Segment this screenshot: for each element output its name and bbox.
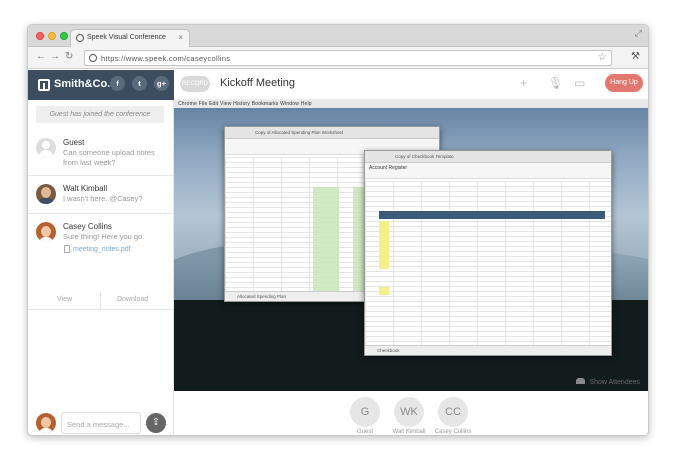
minimize-window-button[interactable] <box>48 32 56 40</box>
twitter-icon[interactable]: t <box>132 76 147 91</box>
shared-screen: Chrome File Edit View History Bookmarks … <box>174 100 648 391</box>
maximize-window-button[interactable] <box>60 32 68 40</box>
tab-title: Speek Visual Conference <box>87 34 166 41</box>
avatar <box>36 222 56 242</box>
attendee-name: Walt Kimball <box>392 429 426 435</box>
sheet-highlight <box>379 221 389 269</box>
message-text: Can someone upload notes from last week? <box>63 148 155 167</box>
reload-icon[interactable]: ↻ <box>65 51 73 62</box>
logo-icon <box>38 79 50 91</box>
show-attendees-button[interactable]: Show Attendees <box>576 378 640 386</box>
tab-bar: Speek Visual Conference × ⤢ <box>28 25 648 47</box>
sheet-highlight <box>379 287 389 295</box>
browser-window: Speek Visual Conference × ⤢ ← → ↻ https:… <box>27 24 649 436</box>
avatar <box>36 138 56 158</box>
attendee-name: Guest <box>356 429 373 435</box>
sheet-header-row <box>379 211 605 219</box>
chat-message: Guest Can someone upload notes from last… <box>28 130 174 176</box>
mac-menu-bar: Chrome File Edit View History Bookmarks … <box>174 100 648 108</box>
download-button[interactable]: Download <box>117 296 148 303</box>
speek-favicon-icon <box>76 34 84 42</box>
brand-name: Smith&Co. <box>54 78 111 90</box>
sheet-titlebar: Copy of Allocated Spending Plan Workshee… <box>225 127 439 139</box>
fullscreen-icon[interactable]: ⤢ <box>635 28 642 39</box>
attachment-link[interactable]: meeting_notes.pdf <box>73 246 131 253</box>
sheet-titlebar: Copy of Checkbook Template <box>365 151 611 163</box>
status-badge[interactable]: RECORD <box>180 76 210 92</box>
forward-icon[interactable]: → <box>50 51 60 62</box>
sheet-toolbar: Account Register <box>365 163 611 179</box>
add-participant-icon[interactable]: + <box>520 76 527 90</box>
sheet-highlight <box>313 187 339 291</box>
file-icon <box>64 245 70 253</box>
chat-message: Walt Kimball I wasn't here. @Casey? <box>28 176 174 214</box>
view-button[interactable]: View <box>57 296 72 303</box>
spreadsheet-window: Copy of Checkbook Template Account Regis… <box>364 150 612 356</box>
message-author: Walt Kimball <box>63 184 108 193</box>
divider <box>100 292 101 310</box>
microphone-icon[interactable]: 🎙︎ <box>548 76 563 90</box>
message-input[interactable]: Send a message... <box>61 412 141 434</box>
chat-message: Casey Collins Sure thing! Here you go. m… <box>28 214 174 292</box>
attendee-avatar[interactable]: G <box>350 397 380 427</box>
attachment-actions: View Download <box>28 292 174 310</box>
screen-share-icon[interactable]: ▭ <box>574 76 585 90</box>
brand-bar: Smith&Co. f t g+ <box>28 70 174 100</box>
avatar <box>36 413 56 433</box>
chat-sidebar: Smith&Co. f t g+ Guest has joined the co… <box>28 70 174 435</box>
upload-icon[interactable]: ⇪ <box>146 413 166 433</box>
message-author: Casey Collins <box>63 222 112 231</box>
facebook-icon[interactable]: f <box>110 76 125 91</box>
meeting-header: RECORD Kickoff Meeting + 🎙︎ ▭ ? Hang Up <box>174 70 648 100</box>
bookmark-star-icon[interactable]: ☆ <box>598 52 607 63</box>
close-window-button[interactable] <box>36 32 44 40</box>
sheet-tabs: Checkbook <box>365 345 611 355</box>
attendee-name: Casey Collins <box>434 429 472 435</box>
message-composer: Send a message... ⇪ <box>28 412 174 435</box>
settings-wrench-icon[interactable]: ⚒ <box>631 51 640 62</box>
message-text: I wasn't here. @Casey? <box>63 194 143 203</box>
attendee-bar: G Guest WK Walt Kimball CC Casey Collins <box>174 391 648 435</box>
back-icon[interactable]: ← <box>36 51 46 62</box>
system-message: Guest has joined the conference <box>36 106 164 123</box>
url-text: https://www.speek.com/caseycollins <box>101 54 231 63</box>
attendee-avatar[interactable]: CC <box>438 397 468 427</box>
url-field[interactable]: https://www.speek.com/caseycollins ☆ <box>84 50 612 66</box>
avatar <box>36 184 56 204</box>
conference-main: RECORD Kickoff Meeting + 🎙︎ ▭ ? Hang Up … <box>174 70 648 435</box>
site-info-icon[interactable] <box>89 54 97 62</box>
message-text: Sure thing! Here you go. <box>63 232 145 241</box>
meeting-title: Kickoff Meeting <box>220 77 296 89</box>
close-tab-icon[interactable]: × <box>178 33 183 42</box>
hang-up-button[interactable]: Hang Up <box>605 74 643 92</box>
google-plus-icon[interactable]: g+ <box>154 76 169 91</box>
message-author: Guest <box>63 138 85 147</box>
attendee-avatar[interactable]: WK <box>394 397 424 427</box>
browser-tab[interactable]: Speek Visual Conference × <box>70 29 190 47</box>
address-bar-row: ← → ↻ https://www.speek.com/caseycollins… <box>28 47 648 69</box>
sheet-grid <box>365 181 611 345</box>
